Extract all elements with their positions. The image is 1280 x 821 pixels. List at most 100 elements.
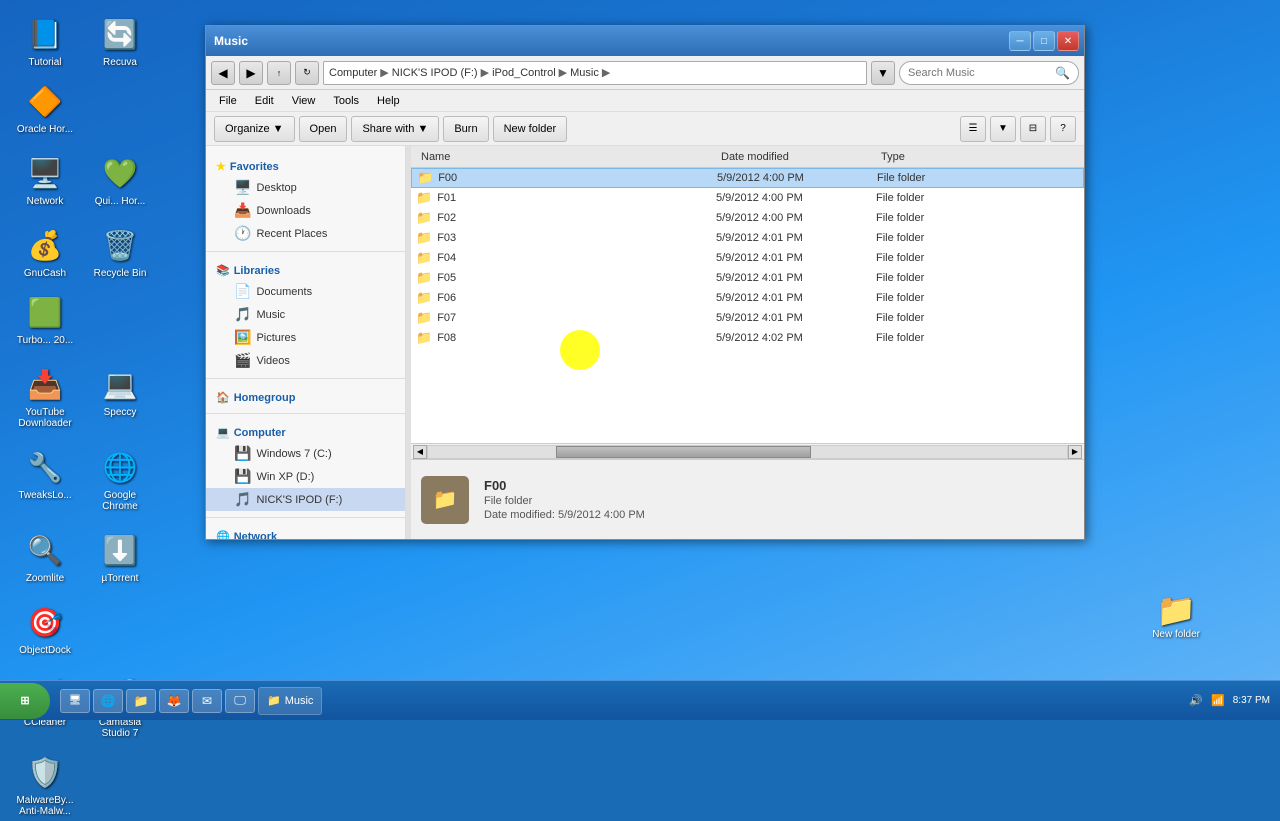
nav-videos[interactable]: 🎬 Videos <box>206 349 405 372</box>
scroll-left-button[interactable]: ◀ <box>413 445 427 459</box>
organize-button[interactable]: Organize ▼ <box>214 116 295 142</box>
desktop-icon-recycle[interactable]: 🗑️ Recycle Bin <box>85 221 155 283</box>
desktop-icon-recuva[interactable]: 🔄 Recuva <box>85 10 155 72</box>
desktop-icon-tutorial[interactable]: 📘 Tutorial <box>10 10 80 72</box>
scroll-right-button[interactable]: ▶ <box>1068 445 1082 459</box>
nav-desktop[interactable]: 🖥️ Desktop <box>206 176 405 199</box>
libraries-section[interactable]: 📚 Libraries <box>206 258 405 280</box>
help-button[interactable]: ? <box>1050 116 1076 142</box>
view-button[interactable]: ☰ <box>960 116 986 142</box>
nav-recent[interactable]: 🕐 Recent Places <box>206 222 405 245</box>
downloads-nav-label: Downloads <box>256 205 310 217</box>
menu-help[interactable]: Help <box>369 93 408 109</box>
table-row[interactable]: 📁 F06 5/9/2012 4:01 PM File folder <box>411 288 1084 308</box>
desktop-icon-quickbooks[interactable]: 💚 Qui... Hor... <box>85 149 155 211</box>
refresh-button[interactable]: ↻ <box>295 61 319 85</box>
taskbar-outlook[interactable]: ✉ <box>192 689 222 713</box>
table-row[interactable]: 📁 F08 5/9/2012 4:02 PM File folder <box>411 328 1084 348</box>
desktop-icon-area: 📘 Tutorial 🔄 Recuva 🔶 Oracle Hor... 🖥️ N… <box>0 0 200 720</box>
crumb-ipodcontrol[interactable]: iPod_Control <box>492 67 556 79</box>
view-dropdown-button[interactable]: ▼ <box>990 116 1016 142</box>
desktop-icon-zoomlite[interactable]: 🔍 Zoomlite <box>10 526 80 588</box>
desktop-icon-utorrent[interactable]: ⬇️ µTorrent <box>85 526 155 588</box>
nav-downloads[interactable]: 📥 Downloads <box>206 199 405 222</box>
search-box[interactable]: 🔍 <box>899 61 1079 85</box>
column-name-header[interactable]: Name <box>416 151 716 163</box>
menu-edit[interactable]: Edit <box>247 93 282 109</box>
start-button[interactable]: ⊞ <box>0 683 50 719</box>
desktop-icon-gnucash[interactable]: 💰 GnuCash <box>10 221 80 283</box>
crumb-ipod[interactable]: NICK'S IPOD (F:) <box>392 67 478 79</box>
taskbar-firefox[interactable]: 🦊 <box>159 689 189 713</box>
favorites-star-icon: ★ <box>216 160 226 173</box>
taskbar-ie[interactable]: 🌐 <box>93 689 123 713</box>
table-row[interactable]: 📁 F05 5/9/2012 4:01 PM File folder <box>411 268 1084 288</box>
minimize-button[interactable]: ─ <box>1009 31 1031 51</box>
horizontal-scrollbar[interactable]: ◀ ▶ <box>411 443 1084 459</box>
taskbar-show-desktop[interactable]: 🖥 <box>60 689 90 713</box>
address-dropdown-button[interactable]: ▼ <box>871 61 895 85</box>
file-date: 5/9/2012 4:01 PM <box>716 252 876 264</box>
desktop-icon-malwarebytes[interactable]: 🛡️ MalwareBy... Anti-Malw... <box>10 748 80 821</box>
computer-section[interactable]: 💻 Computer <box>206 420 405 442</box>
crumb-computer[interactable]: Computer <box>329 67 377 79</box>
desktop-icon-oracle[interactable]: 🔶 Oracle Hor... <box>10 77 80 139</box>
crumb-music[interactable]: Music <box>570 67 599 79</box>
table-row[interactable]: 📁 F00 5/9/2012 4:00 PM File folder <box>411 168 1084 188</box>
file-date: 5/9/2012 4:02 PM <box>716 332 876 344</box>
nav-nickipod[interactable]: 🎵 NICK'S IPOD (F:) <box>206 488 405 511</box>
taskbar-explorer[interactable]: 📁 <box>126 689 156 713</box>
new-folder-button[interactable]: New folder <box>493 116 568 142</box>
pane-button[interactable]: ⊟ <box>1020 116 1046 142</box>
status-date-label: Date modified: <box>484 509 555 521</box>
menu-file[interactable]: File <box>211 93 245 109</box>
desktop-new-folder[interactable]: 📁 New folder <box>1152 591 1200 640</box>
table-row[interactable]: 📁 F02 5/9/2012 4:00 PM File folder <box>411 208 1084 228</box>
homegroup-section[interactable]: 🏠 Homegroup <box>206 385 405 407</box>
back-button[interactable]: ◀ <box>211 61 235 85</box>
up-button[interactable]: ↑ <box>267 61 291 85</box>
burn-button[interactable]: Burn <box>443 116 488 142</box>
nav-winxp[interactable]: 💾 Win XP (D:) <box>206 465 405 488</box>
column-date-header[interactable]: Date modified <box>716 151 876 163</box>
table-row[interactable]: 📁 F07 5/9/2012 4:01 PM File folder <box>411 308 1084 328</box>
youtube-icon: 📥 <box>25 364 65 404</box>
network-section[interactable]: 🌐 Network <box>206 524 405 539</box>
close-button[interactable]: ✕ <box>1057 31 1079 51</box>
maximize-button[interactable]: □ <box>1033 31 1055 51</box>
file-name: F06 <box>437 292 456 304</box>
taskbar-rdp[interactable]: 🖵 <box>225 689 255 713</box>
network-tray-icon[interactable]: 📶 <box>1211 694 1225 707</box>
table-row[interactable]: 📁 F04 5/9/2012 4:01 PM File folder <box>411 248 1084 268</box>
table-row[interactable]: 📁 F01 5/9/2012 4:00 PM File folder <box>411 188 1084 208</box>
nav-win7[interactable]: 💾 Windows 7 (C:) <box>206 442 405 465</box>
objectdock-icon: 🎯 <box>25 602 65 642</box>
menu-view[interactable]: View <box>284 93 324 109</box>
desktop-icon-youtube[interactable]: 📥 YouTube Downloader <box>10 360 80 433</box>
scroll-thumb[interactable] <box>556 446 812 458</box>
address-path[interactable]: Computer ▶ NICK'S IPOD (F:) ▶ iPod_Contr… <box>323 61 867 85</box>
file-date: 5/9/2012 4:00 PM <box>716 212 876 224</box>
documents-nav-label: Documents <box>256 286 312 298</box>
nav-pictures[interactable]: 🖼️ Pictures <box>206 326 405 349</box>
open-button[interactable]: Open <box>299 116 348 142</box>
menu-tools[interactable]: Tools <box>325 93 367 109</box>
desktop-icon-chrome[interactable]: 🌐 Google Chrome <box>85 443 155 516</box>
scroll-track[interactable] <box>427 445 1068 459</box>
desktop-icon-turbotax[interactable]: 🟩 Turbo... 20... <box>10 288 80 350</box>
desktop-icon-tweakslo[interactable]: 🔧 TweaksLo... <box>10 443 80 516</box>
column-type-header[interactable]: Type <box>876 151 996 163</box>
volume-icon[interactable]: 🔊 <box>1189 694 1203 707</box>
nav-music[interactable]: 🎵 Music <box>206 303 405 326</box>
search-input[interactable] <box>908 67 1051 79</box>
desktop-icon-objectdock[interactable]: 🎯 ObjectDock <box>10 598 80 660</box>
favorites-section[interactable]: ★ Favorites <box>206 154 405 176</box>
desktop-icon-speccy[interactable]: 💻 Speccy <box>85 360 155 433</box>
desktop-icon-network[interactable]: 🖥️ Network <box>10 149 80 211</box>
table-row[interactable]: 📁 F03 5/9/2012 4:01 PM File folder <box>411 228 1084 248</box>
share-with-button[interactable]: Share with ▼ <box>351 116 439 142</box>
forward-button[interactable]: ▶ <box>239 61 263 85</box>
file-type: File folder <box>876 252 996 264</box>
taskbar-music-item[interactable]: 📁 Music <box>258 687 322 715</box>
nav-documents[interactable]: 📄 Documents <box>206 280 405 303</box>
